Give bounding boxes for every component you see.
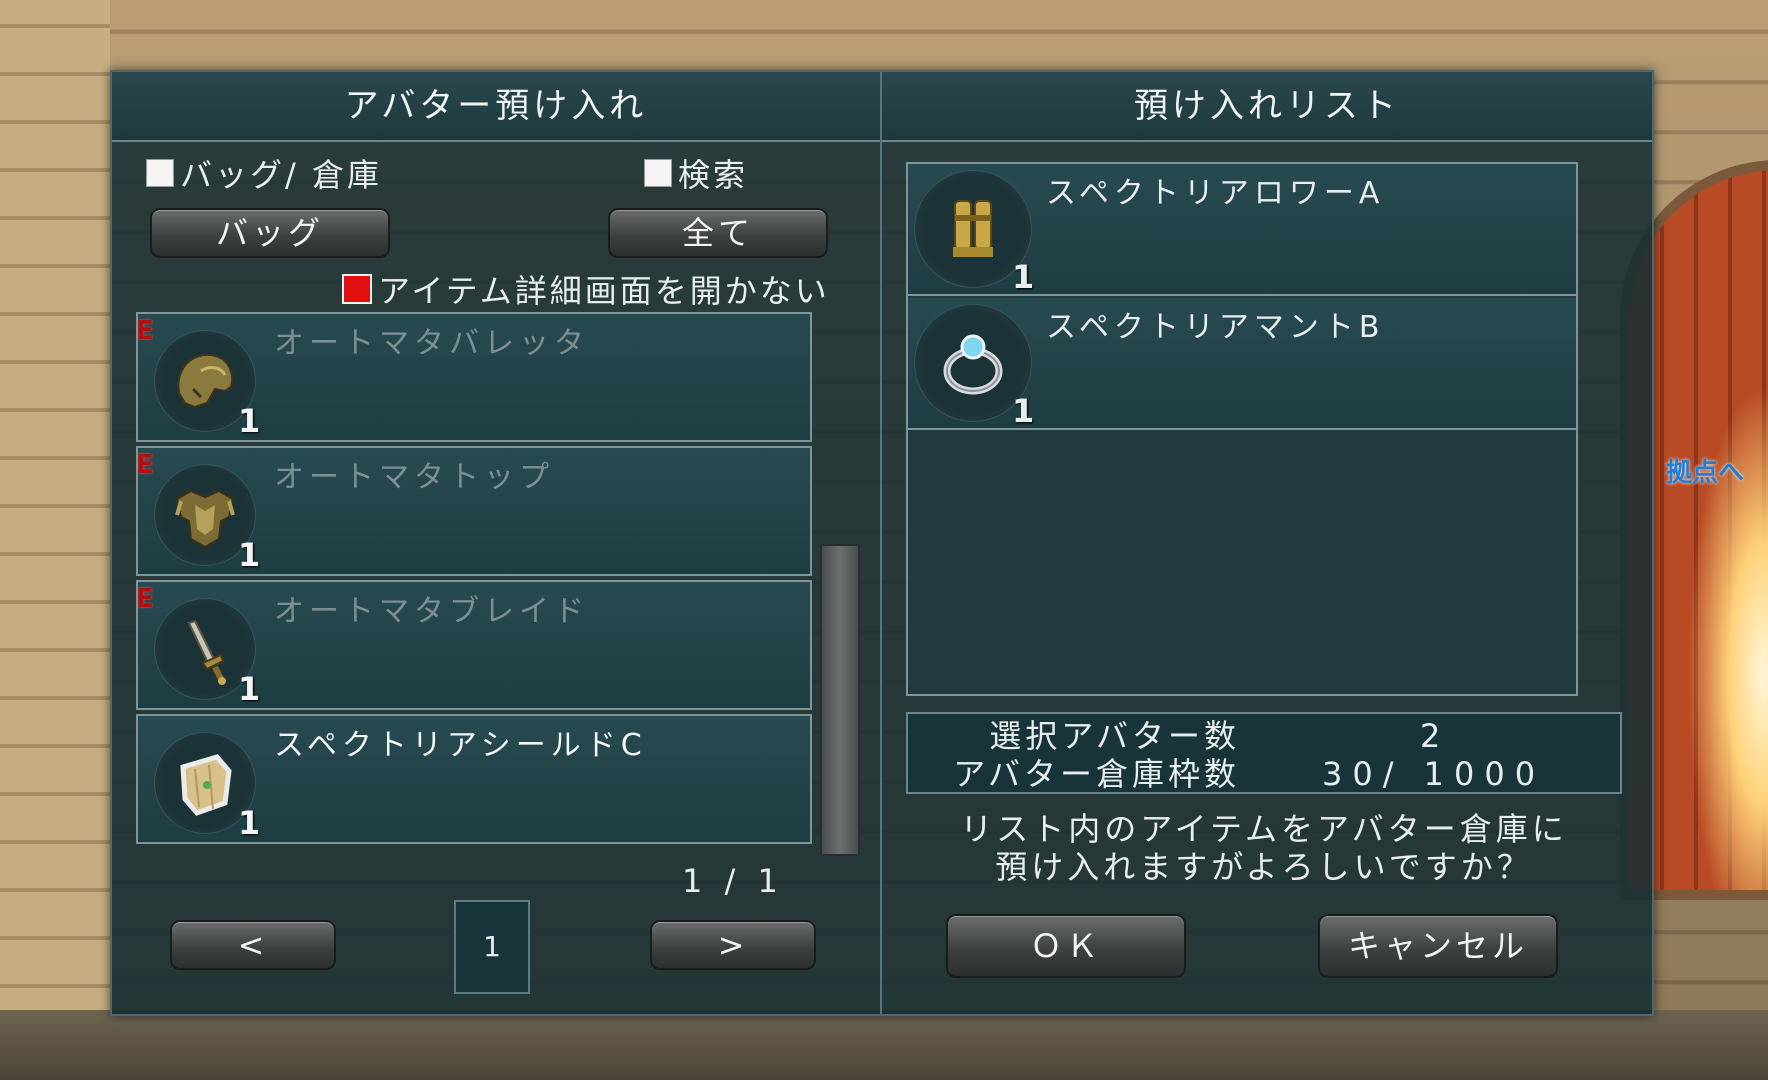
search-checkbox[interactable]: 検索 — [644, 150, 748, 196]
checkbox-box[interactable] — [146, 159, 174, 187]
item-name: オートマタバレッタ — [274, 326, 589, 361]
next-page-button[interactable]: > — [650, 920, 816, 970]
inventory-list: E 1 オートマタバレッタ E 1 オートマタトップ E 1 オートマタブレイド… — [136, 312, 814, 852]
item-name: オートマタブレイド — [274, 594, 589, 629]
no-detail-label: アイテム詳細画面を開かない — [378, 272, 830, 310]
item-name: スペクトリアロワーA — [1046, 176, 1385, 211]
bag-button[interactable]: バッグ — [150, 208, 390, 258]
list-item[interactable]: E 1 オートマタトップ — [136, 446, 812, 576]
selected-count-row: 選択アバター数 2 — [908, 716, 1620, 756]
equipped-badge: E — [136, 450, 154, 480]
list-item[interactable]: E 1 オートマタバレッタ — [136, 312, 812, 442]
background-wall — [0, 0, 110, 1080]
prev-page-button[interactable]: < — [170, 920, 336, 970]
deposit-info-box: 選択アバター数 2 アバター倉庫枠数 30/ 1000 — [906, 712, 1622, 794]
item-name: オートマタトップ — [274, 460, 554, 495]
all-button[interactable]: 全て — [608, 208, 828, 258]
scrollbar[interactable] — [820, 544, 860, 856]
storage-slots-row: アバター倉庫枠数 30/ 1000 — [908, 754, 1620, 794]
current-page: 1 — [454, 900, 530, 994]
bag-warehouse-checkbox[interactable]: バッグ/ 倉庫 — [146, 150, 382, 196]
avatar-deposit-dialog: アバター預け入れ バッグ/ 倉庫 検索 バッグ 全て アイテム詳細画面を開かない… — [110, 70, 1654, 1016]
item-quantity: 1 — [238, 804, 261, 842]
deposit-list: 1 スペクトリアロワーA 1 スペクトリアマントB — [906, 162, 1578, 696]
storage-slots-value: 30/ 1000 — [1322, 755, 1546, 793]
confirm-line-2: 預け入れますがよろしいですか？ — [995, 848, 1533, 886]
item-name: スペクトリアシールドC — [274, 728, 647, 763]
confirm-message: リスト内のアイテムをアバター倉庫に 預け入れますがよろしいですか？ — [906, 810, 1622, 886]
cancel-button[interactable]: キャンセル — [1318, 914, 1558, 978]
search-label: 検索 — [678, 156, 749, 194]
panel-divider — [880, 72, 882, 1014]
equipped-badge: E — [136, 316, 154, 346]
left-panel-title: アバター預け入れ — [112, 72, 880, 142]
page-indicator: 1 / 1 — [682, 862, 784, 900]
item-quantity: 1 — [1012, 392, 1035, 430]
item-quantity: 1 — [1012, 258, 1035, 296]
base-link[interactable]: 拠点へ — [1666, 452, 1744, 489]
list-item[interactable]: E 1 オートマタブレイド — [136, 580, 812, 710]
selected-count-label: 選択アバター数 — [989, 717, 1240, 755]
storage-slots-label: アバター倉庫枠数 — [953, 755, 1240, 793]
no-detail-checkbox[interactable]: アイテム詳細画面を開かない — [342, 266, 830, 312]
checkbox-box[interactable] — [644, 159, 672, 187]
item-quantity: 1 — [238, 536, 261, 574]
item-name: スペクトリアマントB — [1046, 310, 1385, 345]
list-item[interactable]: 1 スペクトリアマントB — [908, 298, 1576, 430]
confirm-line-1: リスト内のアイテムをアバター倉庫に — [960, 810, 1568, 848]
checkbox-box-checked[interactable] — [342, 274, 372, 304]
item-quantity: 1 — [238, 670, 261, 708]
right-panel-title: 預け入れリスト — [882, 72, 1652, 142]
background-floor — [0, 1010, 1768, 1080]
bag-warehouse-label: バッグ/ 倉庫 — [180, 156, 382, 194]
item-quantity: 1 — [238, 402, 261, 440]
selected-count-value: 2 — [1420, 717, 1451, 755]
ok-button[interactable]: ＯＫ — [946, 914, 1186, 978]
equipped-badge: E — [136, 584, 154, 614]
list-item[interactable]: 1 スペクトリアロワーA — [908, 164, 1576, 296]
list-item[interactable]: 1 スペクトリアシールドC — [136, 714, 812, 844]
